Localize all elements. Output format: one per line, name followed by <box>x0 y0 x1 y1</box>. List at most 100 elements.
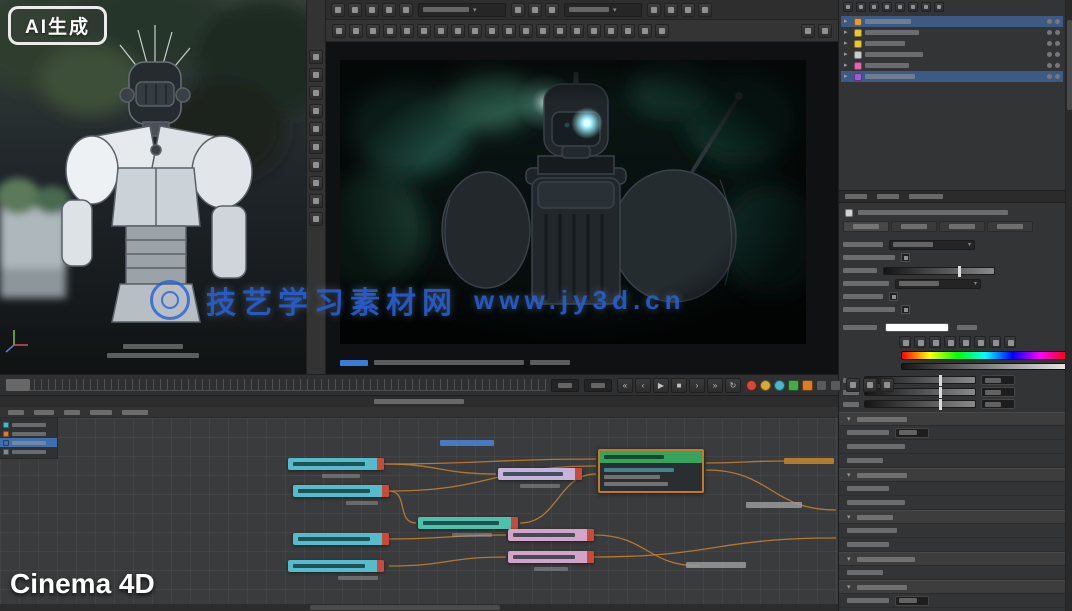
option-button[interactable] <box>816 380 827 391</box>
visibility-dot[interactable] <box>1047 30 1052 35</box>
object-color-chip[interactable] <box>854 51 862 59</box>
toolbar-icon[interactable] <box>366 24 380 38</box>
tab-assign[interactable] <box>987 221 1033 232</box>
toolbar-icon[interactable] <box>929 336 941 348</box>
scrollbar-thumb[interactable] <box>1067 20 1072 110</box>
toolbar-icon[interactable] <box>914 336 926 348</box>
shader-list-item[interactable] <box>0 447 57 456</box>
toolbar-icon[interactable] <box>309 122 323 136</box>
tab-color[interactable] <box>891 221 937 232</box>
toolbar-icon[interactable] <box>528 3 542 17</box>
toolbar-icon[interactable] <box>944 336 956 348</box>
timeline-ruler[interactable] <box>6 379 546 391</box>
render-dot[interactable] <box>1055 52 1060 57</box>
left-viewport[interactable] <box>0 0 306 374</box>
collapse-arrow-icon[interactable]: ▾ <box>847 471 851 479</box>
keyframe-button[interactable] <box>760 380 771 391</box>
toolbar-icon[interactable] <box>818 24 832 38</box>
visibility-dot[interactable] <box>1047 41 1052 46</box>
material-node[interactable] <box>288 458 384 470</box>
color-swatch[interactable] <box>885 323 949 332</box>
dropdown[interactable]: ▾ <box>895 279 981 289</box>
toolbar-icon[interactable] <box>348 3 362 17</box>
toolbar-icon[interactable] <box>309 158 323 172</box>
toolbar-icon[interactable] <box>647 3 661 17</box>
toolbar-icon[interactable] <box>309 104 323 118</box>
render-image-viewport[interactable] <box>340 60 806 344</box>
object-row[interactable]: ▸ <box>841 16 1063 27</box>
collapse-arrow-icon[interactable]: ▾ <box>847 513 851 521</box>
toolbar-icon[interactable] <box>382 3 396 17</box>
node-output-port[interactable] <box>377 458 384 470</box>
toolbar-icon[interactable] <box>309 68 323 82</box>
visibility-dot[interactable] <box>1047 74 1052 79</box>
timeline-handle[interactable] <box>6 379 30 391</box>
expand-arrow-icon[interactable]: ▸ <box>844 16 851 27</box>
material-node[interactable] <box>508 529 594 541</box>
object-color-chip[interactable] <box>854 40 862 48</box>
object-row[interactable]: ▸ <box>841 38 1063 49</box>
material-node[interactable] <box>508 551 594 563</box>
node-output-port[interactable] <box>575 468 582 480</box>
channel-value[interactable] <box>981 387 1015 397</box>
node-output-port[interactable] <box>587 529 594 541</box>
toolbar-icon[interactable] <box>349 24 363 38</box>
toolbar-icon[interactable] <box>332 24 346 38</box>
node-output-port[interactable] <box>511 517 518 529</box>
shader-list-item[interactable] <box>0 429 57 438</box>
play-button[interactable]: ▶ <box>653 378 669 393</box>
expand-arrow-icon[interactable]: ▸ <box>844 71 851 82</box>
toolbar-icon[interactable] <box>655 24 669 38</box>
visibility-dot[interactable] <box>1047 19 1052 24</box>
toolbar-icon[interactable] <box>621 24 635 38</box>
section-header[interactable]: ▾ <box>839 468 1066 482</box>
render-dot[interactable] <box>1055 30 1060 35</box>
next-frame-button[interactable]: › <box>689 378 705 393</box>
toolbar-icon[interactable] <box>519 24 533 38</box>
node-output-port[interactable] <box>382 485 389 497</box>
expand-arrow-icon[interactable]: ▸ <box>844 27 851 38</box>
go-to-start-button[interactable]: « <box>617 378 633 393</box>
toolbar-icon[interactable] <box>863 378 877 392</box>
object-row[interactable]: ▸ <box>841 71 1063 82</box>
toolbar-icon[interactable] <box>545 3 559 17</box>
render-dot[interactable] <box>1055 19 1060 24</box>
row-value[interactable] <box>895 428 929 438</box>
toolbar-icon[interactable] <box>511 3 525 17</box>
toolbar-icon[interactable] <box>309 212 323 226</box>
toolbar-icon[interactable] <box>570 24 584 38</box>
stop-button[interactable]: ■ <box>671 378 687 393</box>
loop-button[interactable]: ↻ <box>725 378 741 393</box>
previous-frame-button[interactable]: ‹ <box>635 378 651 393</box>
material-node[interactable] <box>288 560 384 572</box>
toolbar-icon[interactable] <box>681 3 695 17</box>
collapse-arrow-icon[interactable]: ▾ <box>847 555 851 563</box>
toolbar-icon[interactable] <box>536 24 550 38</box>
toolbar-icon[interactable] <box>989 336 1001 348</box>
toolbar-icon[interactable] <box>587 24 601 38</box>
option-button[interactable] <box>830 380 841 391</box>
visibility-dot[interactable] <box>1047 63 1052 68</box>
toolbar-icon[interactable] <box>434 24 448 38</box>
toolbar-icon[interactable] <box>485 24 499 38</box>
toolbar-icon[interactable] <box>698 3 712 17</box>
object-row[interactable]: ▸ <box>841 27 1063 38</box>
toolbar-icon[interactable] <box>846 378 860 392</box>
frame-field[interactable] <box>551 379 579 392</box>
tab-basic[interactable] <box>843 221 889 232</box>
toolbar-icon[interactable] <box>451 24 465 38</box>
value-gradient-strip[interactable] <box>901 363 1069 370</box>
render-dot[interactable] <box>1055 41 1060 46</box>
toolbar-icon[interactable] <box>604 24 618 38</box>
toolbar-icon[interactable] <box>365 3 379 17</box>
node-output-port[interactable] <box>382 533 389 545</box>
node-output-port[interactable] <box>377 560 384 572</box>
toolbar-icon[interactable] <box>638 24 652 38</box>
toolbar-icon[interactable] <box>468 24 482 38</box>
collapse-arrow-icon[interactable]: ▾ <box>847 415 851 423</box>
section-header[interactable]: ▾ <box>839 580 1066 594</box>
toolbar-icon[interactable] <box>921 2 931 12</box>
toolbar-icon[interactable] <box>959 336 971 348</box>
checkbox[interactable] <box>901 253 910 262</box>
toolbar-icon[interactable] <box>309 86 323 100</box>
